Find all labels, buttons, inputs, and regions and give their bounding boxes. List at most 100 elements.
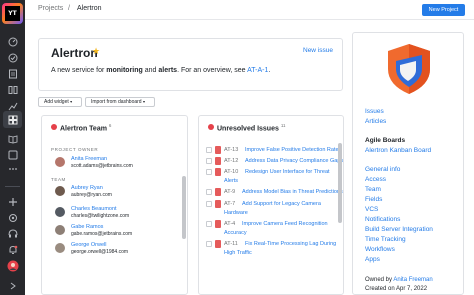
page-title: Alertron: [51, 46, 98, 60]
check-circle-icon[interactable]: [6, 51, 19, 64]
settings-access[interactable]: Access: [365, 176, 386, 183]
member-name[interactable]: Charles Beaumont: [71, 206, 117, 212]
agile-icon[interactable]: [6, 83, 19, 96]
owner-email: scott.adams@jetbrains.com: [71, 163, 133, 169]
settings-workflows[interactable]: Workflows: [365, 246, 395, 253]
issues-link[interactable]: Issues: [365, 108, 384, 115]
member-name[interactable]: Gabe Ramos: [71, 224, 103, 230]
sidebar-divider: [5, 186, 20, 187]
user-avatar-icon[interactable]: [6, 259, 19, 272]
issue-checkbox[interactable]: [206, 189, 212, 195]
kanban-board-link[interactable]: Alertron Kanban Board: [365, 147, 431, 154]
settings-fields[interactable]: Fields: [365, 196, 382, 203]
issue-checkbox[interactable]: [206, 158, 212, 164]
settings-team[interactable]: Team: [365, 186, 381, 193]
priority-badge[interactable]: [215, 168, 221, 176]
issue-summary-cont[interactable]: Accuracy: [224, 230, 247, 236]
notifications-icon[interactable]: [6, 243, 19, 256]
breadcrumb-projects[interactable]: Projects: [38, 5, 63, 12]
project-owner-label: PROJECT OWNER: [51, 147, 99, 152]
new-issue-link[interactable]: New issue: [303, 47, 333, 54]
topbar: Projects / Alertron New Project: [25, 0, 474, 20]
help-icon[interactable]: [6, 279, 19, 292]
new-project-button[interactable]: New Project: [422, 4, 465, 16]
issue-id[interactable]: AT-10: [224, 169, 238, 175]
issue-summary[interactable]: Address Model Bias in Threat Predictions: [242, 189, 343, 195]
administration-icon[interactable]: [6, 211, 19, 224]
project-settings-icon[interactable]: [6, 148, 19, 161]
issue-checkbox[interactable]: [206, 201, 212, 207]
team-widget-title[interactable]: Alertron Team 6: [60, 123, 111, 132]
add-widget-label: Add widget: [44, 99, 69, 105]
issue-summary[interactable]: Add Support for Legacy Camera: [242, 201, 321, 207]
owner-link[interactable]: Anita Freeman: [393, 277, 432, 283]
desc-end: .: [268, 67, 271, 74]
youtrack-logo[interactable]: YT: [2, 3, 23, 24]
sidebar: YT: [0, 0, 25, 295]
issue-id[interactable]: AT-13: [224, 147, 238, 153]
issues-icon[interactable]: [6, 67, 19, 80]
chevron-down-icon: ▾: [70, 99, 73, 104]
desc-prefix: A new service for: [51, 67, 107, 74]
issue-summary-cont[interactable]: Hardware: [224, 210, 248, 216]
dashboard-icon[interactable]: [6, 35, 19, 48]
articles-link[interactable]: Articles: [365, 118, 386, 125]
add-icon[interactable]: [6, 195, 19, 208]
issue-summary[interactable]: Address Data Privacy Compliance Gaps: [245, 158, 343, 164]
logo-text: YT: [5, 6, 20, 21]
issue-checkbox[interactable]: [206, 147, 212, 153]
issue-id[interactable]: AT-4: [224, 221, 235, 227]
issues-count: 11: [280, 123, 286, 128]
issue-id[interactable]: AT-9: [224, 189, 235, 195]
settings-general-info[interactable]: General info: [365, 166, 400, 173]
desc-mid: and: [142, 67, 159, 74]
team-scrollbar[interactable]: [182, 176, 186, 239]
issues-scrollbar[interactable]: [338, 143, 342, 223]
issue-summary[interactable]: Improve Camera Feed Recognition: [242, 221, 328, 227]
knowledge-base-icon[interactable]: [6, 132, 19, 145]
issue-summary[interactable]: Redesign User Interface for Threat: [245, 169, 330, 175]
issue-id[interactable]: AT-7: [224, 201, 235, 207]
add-widget-button[interactable]: Add widget ▾: [38, 97, 82, 107]
helpdesk-icon[interactable]: [6, 227, 19, 240]
avatar: [55, 225, 65, 235]
star-icon[interactable]: ★: [92, 46, 100, 57]
settings-notifications[interactable]: Notifications: [365, 216, 400, 223]
issue-checkbox[interactable]: [206, 169, 212, 175]
member-name[interactable]: Aubrey Ryan: [71, 185, 103, 191]
issue-checkbox[interactable]: [206, 241, 212, 247]
issue-summary-cont[interactable]: High Traffic: [224, 250, 252, 256]
desc-bold-alerts: alerts: [158, 67, 178, 74]
priority-badge[interactable]: [215, 200, 221, 208]
issue-checkbox[interactable]: [206, 221, 212, 227]
settings-build-server[interactable]: Build Server Integration: [365, 226, 433, 233]
dashboards-icon[interactable]: [3, 111, 22, 128]
priority-badge[interactable]: [215, 220, 221, 228]
issue-summary[interactable]: Improve False Positive Detection Rate: [245, 147, 339, 153]
more-icon[interactable]: [6, 162, 19, 175]
member-name[interactable]: George Orwell: [71, 242, 106, 248]
import-dashboard-label: Import from dashboard: [91, 99, 142, 105]
team-widget: Alertron Team 6 PROJECT OWNER Anita Free…: [41, 115, 188, 295]
breadcrumb-separator: /: [68, 5, 70, 12]
priority-badge[interactable]: [215, 188, 221, 196]
settings-vcs[interactable]: VCS: [365, 206, 378, 213]
priority-badge[interactable]: [215, 240, 221, 248]
member-email: aubrey@ryan.com: [71, 192, 112, 198]
priority-badge[interactable]: [215, 157, 221, 165]
owner-name[interactable]: Anita Freeman: [71, 156, 107, 162]
avatar: [55, 157, 65, 167]
issues-widget-title[interactable]: Unresolved Issues 11: [217, 123, 286, 132]
avatar: [55, 243, 65, 253]
settings-apps[interactable]: Apps: [365, 256, 380, 263]
issue-summary[interactable]: Fix Real-Time Processing Lag During: [245, 241, 336, 247]
settings-time-tracking[interactable]: Time Tracking: [365, 236, 406, 243]
issue-id[interactable]: AT-12: [224, 158, 238, 164]
issue-id[interactable]: AT-11: [224, 241, 238, 247]
youtrack-widget-icon: [51, 124, 57, 130]
avatar: [55, 207, 65, 217]
import-dashboard-button[interactable]: Import from dashboard ▾: [85, 97, 155, 107]
overview-article-link[interactable]: AT-A-1: [247, 67, 268, 74]
priority-badge[interactable]: [215, 146, 221, 154]
issue-summary-cont[interactable]: Alerts: [224, 178, 238, 184]
